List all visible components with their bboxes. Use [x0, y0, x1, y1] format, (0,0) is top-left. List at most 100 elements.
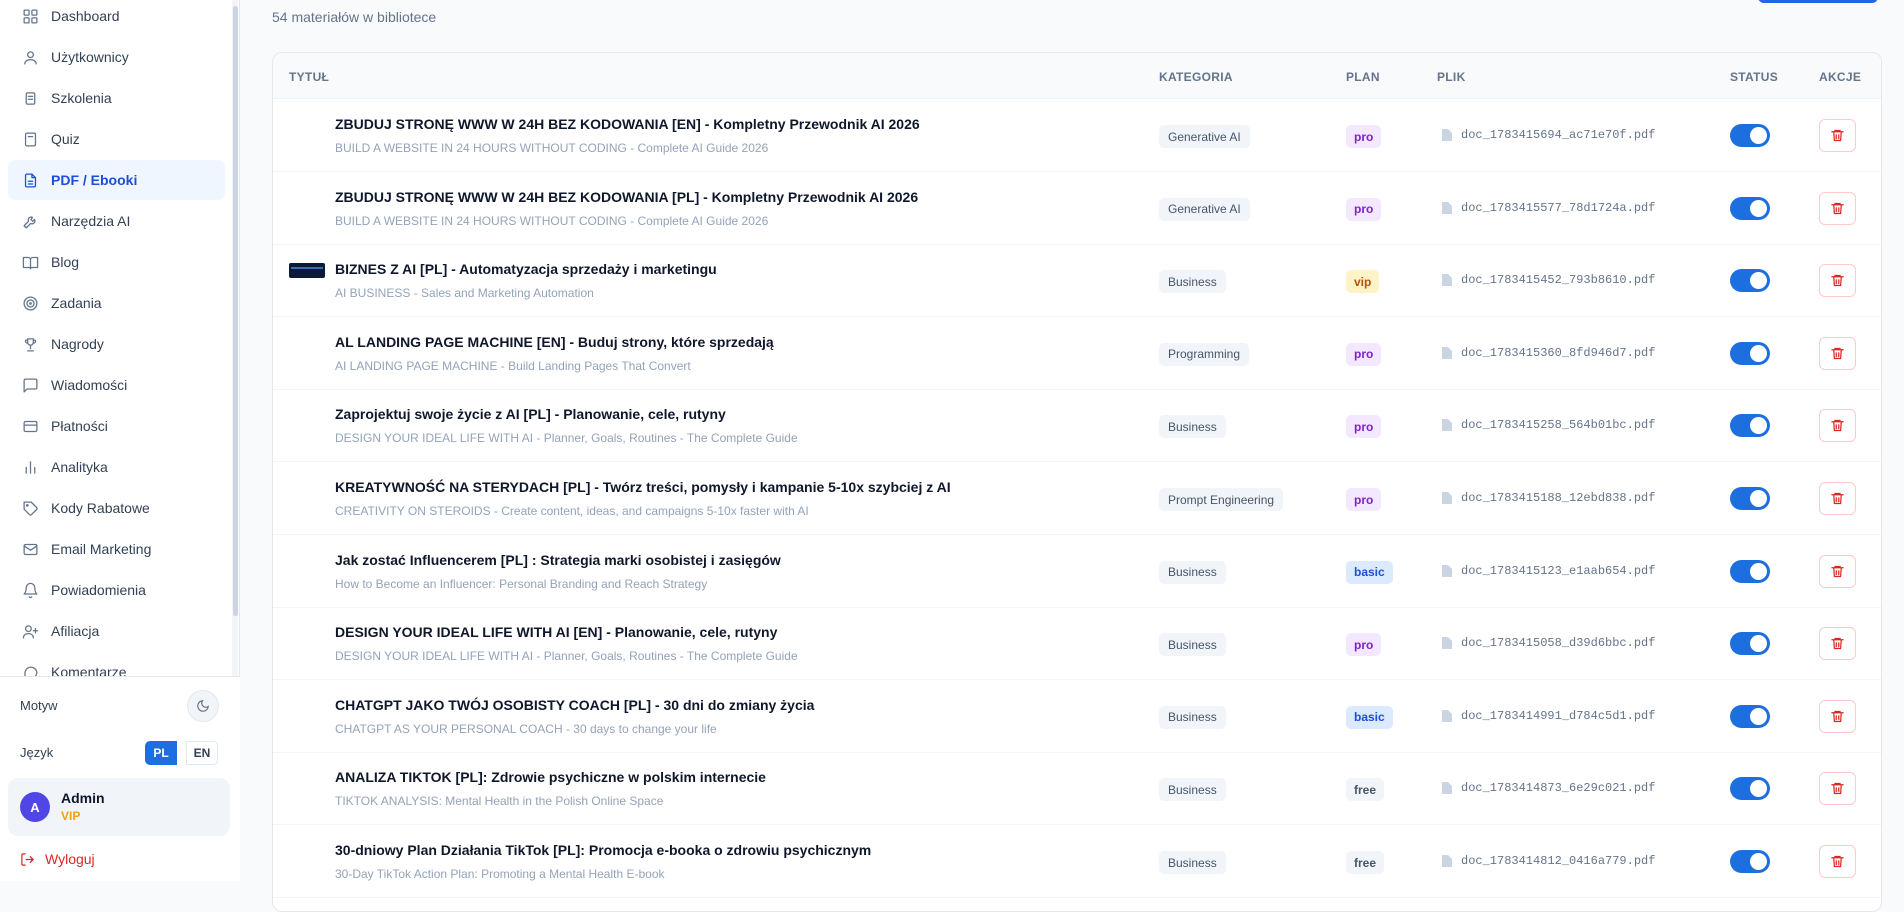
comment-icon — [24, 666, 38, 676]
delete-button[interactable] — [1819, 845, 1856, 878]
sidebar-item-label: Email Marketing — [51, 541, 152, 557]
file-link[interactable]: doc_1783415452_793b8610.pdf — [1441, 273, 1655, 287]
sidebar-item-wiadomości[interactable]: Wiadomości — [8, 365, 225, 405]
material-title: ZBUDUJ STRONĘ WWW W 24H BEZ KODOWANIA [P… — [335, 188, 919, 205]
plan-badge: basic — [1346, 705, 1393, 729]
sidebar-item-dashboard[interactable]: Dashboard — [8, 0, 225, 36]
file-name: doc_1783414873_6e29c021.pdf — [1461, 781, 1656, 796]
file-name: doc_1783414991_d784c5d1.pdf — [1461, 708, 1656, 723]
plan-badge: pro — [1346, 125, 1382, 148]
file-link[interactable]: doc_1783415258_564b01bc.pdf — [1441, 418, 1655, 432]
lang-en-button[interactable]: EN — [186, 741, 218, 765]
file-link[interactable]: doc_1783414991_d784c5d1.pdf — [1441, 709, 1655, 723]
delete-button[interactable] — [1819, 699, 1856, 733]
sidebar-item-label: Kody Rabatowe — [51, 500, 150, 516]
sidebar-item-analityka[interactable]: Analityka — [8, 447, 225, 487]
sidebar-item-label: Afiliacja — [51, 623, 100, 639]
status-toggle[interactable] — [1730, 341, 1770, 365]
logout-icon — [21, 852, 35, 866]
avatar: A — [20, 792, 50, 822]
sidebar-item-pdf-ebooki[interactable]: PDF / Ebooki — [8, 160, 225, 200]
table-row: Jak zostać Influencerem [PL] : Strategia… — [273, 536, 1881, 608]
status-toggle[interactable] — [1730, 269, 1770, 293]
delete-button[interactable] — [1819, 409, 1856, 443]
sidebar-item-zadania[interactable]: Zadania — [8, 283, 225, 323]
sidebar-item-nagrody[interactable]: Nagrody — [8, 324, 225, 364]
delete-button[interactable] — [1819, 554, 1856, 588]
book-icon — [24, 131, 37, 147]
delete-button[interactable] — [1819, 264, 1856, 298]
file-link[interactable]: doc_1783415058_d39d6bbc.pdf — [1441, 636, 1655, 650]
sidebar-scrollbar-thumb[interactable] — [233, 6, 238, 616]
user-card[interactable]: A Admin VIP — [8, 778, 230, 836]
lang-pl-button[interactable]: PL — [145, 741, 177, 765]
sidebar-item-quiz[interactable]: Quiz — [8, 119, 225, 159]
user-name: Admin — [61, 790, 105, 806]
file-link[interactable]: doc_1783414812_0416a779.pdf — [1441, 854, 1655, 868]
theme-toggle-button[interactable] — [187, 690, 219, 722]
material-title: AL LANDING PAGE MACHINE [EN] - Buduj str… — [335, 333, 774, 350]
logout-label: Wyloguj — [45, 851, 95, 867]
category-badge: Generative AI — [1159, 125, 1250, 148]
material-subtitle: DESIGN YOUR IDEAL LIFE WITH AI - Planner… — [335, 649, 798, 664]
sidebar-item-blog[interactable]: Blog — [8, 242, 225, 282]
status-toggle[interactable] — [1730, 414, 1770, 438]
sidebar-item-narzędzia-ai[interactable]: Narzędzia AI — [8, 201, 225, 241]
plan-badge: free — [1346, 778, 1385, 802]
table-row: 30-dniowy Plan Działania TikTok [PL]: Pr… — [273, 826, 1881, 898]
material-subtitle: DESIGN YOUR IDEAL LIFE WITH AI - Planner… — [335, 431, 798, 446]
delete-button[interactable] — [1819, 482, 1856, 515]
status-toggle[interactable] — [1730, 777, 1770, 801]
sidebar-item-płatności[interactable]: Płatności — [8, 406, 225, 446]
file-link[interactable]: doc_1783415123_e1aab654.pdf — [1441, 564, 1655, 578]
delete-button[interactable] — [1819, 336, 1856, 370]
status-toggle[interactable] — [1730, 632, 1770, 656]
trash-icon — [1831, 492, 1844, 505]
category-badge: Business — [1159, 270, 1226, 294]
file-link[interactable]: doc_1783415188_12ebd838.pdf — [1441, 491, 1655, 505]
file-link[interactable]: doc_1783415360_8fd946d7.pdf — [1441, 346, 1655, 360]
trash-icon — [1831, 710, 1844, 722]
grid-icon — [23, 8, 38, 24]
sidebar-item-szkolenia[interactable]: Szkolenia — [8, 78, 225, 118]
sidebar-item-powiadomienia[interactable]: Powiadomienia — [8, 570, 225, 610]
trophy-icon — [24, 337, 37, 352]
logout-button[interactable]: Wyloguj — [20, 851, 95, 867]
status-toggle[interactable] — [1730, 704, 1770, 728]
material-title: BIZNES Z AI [PL] - Automatyzacja sprzeda… — [335, 261, 717, 278]
status-toggle[interactable] — [1730, 196, 1770, 220]
category-badge: Business — [1159, 633, 1226, 657]
delete-button[interactable] — [1819, 627, 1856, 661]
material-subtitle: How to Become an Influencer: Personal Br… — [335, 576, 708, 591]
status-toggle[interactable] — [1730, 487, 1770, 510]
plan-badge: pro — [1346, 197, 1382, 221]
wrench-icon — [23, 216, 36, 229]
status-toggle[interactable] — [1730, 559, 1770, 583]
user-plus-icon — [22, 624, 39, 639]
materials-table: TYTUŁ KATEGORIA PLAN PLIK STATUS AKCJE Z… — [272, 52, 1882, 912]
sidebar-item-komentarze[interactable]: Komentarze — [8, 652, 225, 676]
delete-button[interactable] — [1819, 772, 1856, 806]
delete-button[interactable] — [1819, 119, 1856, 152]
credit-card-icon — [23, 420, 38, 432]
delete-button[interactable] — [1819, 191, 1856, 225]
status-toggle[interactable] — [1730, 850, 1770, 873]
file-text-icon — [24, 172, 37, 188]
material-title: CHATGPT JAKO TWÓJ OSOBISTY COACH [PL] - … — [335, 696, 815, 713]
add-material-button[interactable] — [1758, 0, 1878, 3]
sidebar-item-afiliacja[interactable]: Afiliacja — [8, 611, 225, 651]
file-link[interactable]: doc_1783415694_ac71e70f.pdf — [1441, 128, 1655, 142]
sidebar-item-użytkownicy[interactable]: Użytkownicy — [8, 37, 225, 77]
file-link[interactable]: doc_1783415577_78d1724a.pdf — [1441, 201, 1655, 215]
trash-icon — [1831, 347, 1844, 359]
file-icon — [1442, 274, 1452, 287]
message-icon — [23, 377, 38, 393]
sidebar-item-kody-rabatowe[interactable]: Kody Rabatowe — [8, 488, 225, 528]
file-link[interactable]: doc_1783414873_6e29c021.pdf — [1441, 781, 1655, 795]
sidebar-item-email-marketing[interactable]: Email Marketing — [8, 529, 225, 569]
open-book-icon — [22, 256, 39, 270]
plan-badge: pro — [1346, 488, 1382, 511]
sidebar: Dashboard Użytkownicy Szkolenia Quiz PDF / E… — [0, 0, 240, 881]
status-toggle[interactable] — [1730, 124, 1770, 147]
file-icon — [1442, 201, 1452, 214]
